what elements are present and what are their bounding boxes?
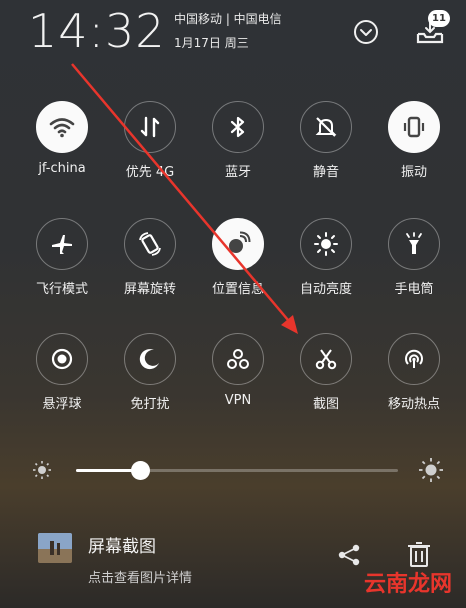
annotation-arrow <box>71 63 298 334</box>
watermark-text: 云南龙网 <box>363 572 452 597</box>
